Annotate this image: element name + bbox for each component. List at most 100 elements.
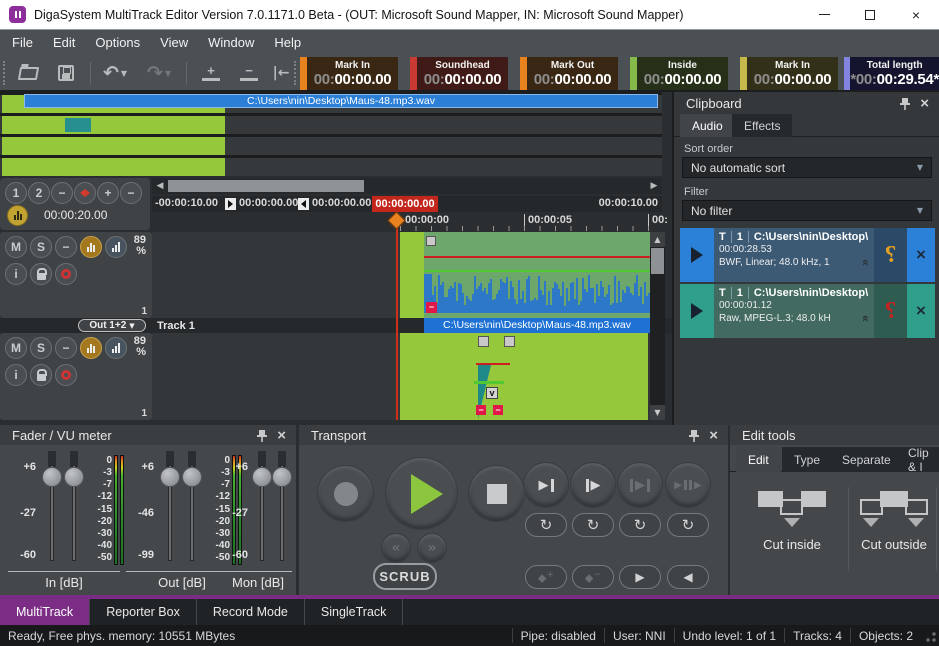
previous-marker-button[interactable]: ◀ [667,565,709,589]
delete-clip-button[interactable]: × [907,228,935,282]
zoom-in-button[interactable]: + [198,60,224,86]
resize-grip[interactable] [923,631,937,645]
play-to-mark-button[interactable]: ▶ [523,462,569,508]
clip-handle[interactable] [426,236,436,246]
menu-file[interactable]: File [2,31,43,54]
track1-minimize-button[interactable]: − [55,236,77,258]
clip-minus-handle[interactable]: − [426,302,437,313]
cut-inside-tool[interactable]: Cut inside [742,485,842,552]
step-back-button[interactable]: « [381,533,411,563]
menu-edit[interactable]: Edit [43,31,85,54]
tab-multitrack[interactable]: MultiTrack [0,599,90,625]
menu-help[interactable]: Help [264,31,311,54]
edit-tools-tab-separate[interactable]: Separate [830,447,903,472]
track1-name[interactable]: Track 1 [157,320,195,332]
track1-solo-button[interactable]: S [30,236,52,258]
scrub-button[interactable]: SCRUB [373,563,437,590]
time-ruler[interactable]: 00:00:00 00:00:05 00: [152,212,662,232]
waveform-mode-button[interactable] [7,205,28,226]
scroll-up-icon[interactable]: ▲ [650,232,665,247]
pin-icon[interactable] [257,429,267,442]
delete-clip-button[interactable]: × [907,284,935,338]
play-around-mark-button[interactable]: ▶▶ [665,462,711,508]
zoom-collapse-button[interactable]: − [51,182,73,204]
clip-handle[interactable] [504,336,515,347]
clipboard-item[interactable]: T1C:\Users\nin\Desktop\ 00:00:01.12 Raw,… [680,284,935,338]
track2-record-arm-button[interactable] [55,364,77,386]
track2-meter-a-button[interactable] [80,337,102,359]
fader-in-right[interactable] [64,459,84,563]
track1-info-button[interactable]: i [5,263,27,285]
loop-play-between-button[interactable]: ↻ [619,513,661,537]
track1-record-arm-button[interactable] [55,263,77,285]
tab-singletrack[interactable]: SingleTrack [305,599,404,625]
tab-reporter-box[interactable]: Reporter Box [90,599,197,625]
overview-file-bar[interactable]: C:\Users\nin\Desktop\Maus-48.mp3.wav [24,94,658,108]
tab-record-mode[interactable]: Record Mode [197,599,305,625]
track1-meter-b-button[interactable] [105,236,127,258]
fader-knob[interactable] [272,467,292,487]
save-button[interactable] [52,60,80,86]
next-marker-button[interactable]: ▶ [619,565,661,589]
loop-play-from-mark-button[interactable]: ↻ [572,513,614,537]
close-panel-icon[interactable]: × [920,98,929,110]
clipboard-tab-audio[interactable]: Audio [680,114,735,137]
close-panel-icon[interactable]: × [277,430,286,442]
undo-button[interactable]: ↶▼ [98,60,132,86]
track2-meter-b-button[interactable] [105,337,127,359]
scroll-right-icon[interactable]: ▶ [647,179,661,193]
sort-order-select[interactable]: No automatic sort▼ [682,157,932,178]
track2-solo-button[interactable]: S [30,337,52,359]
fader-knob[interactable] [252,467,272,487]
play-clip-button[interactable] [680,228,714,282]
zoom-to-selection-button[interactable] [74,182,96,204]
loop-play-around-button[interactable]: ↻ [667,513,709,537]
track1-mute-button[interactable]: M [5,236,27,258]
volume-point-marker[interactable]: v [486,387,498,399]
fader-in-left[interactable] [42,459,62,563]
track1-lock-button[interactable] [30,263,52,285]
zoom-out-time-button[interactable]: − [120,182,142,204]
scroll-left-icon[interactable]: ◀ [153,179,167,193]
close-panel-icon[interactable]: × [709,430,718,442]
play-clip-button[interactable] [680,284,714,338]
mark-in-flag-icon[interactable] [225,198,236,210]
play-from-mark-button[interactable]: ▶ [570,462,616,508]
play-between-marks-button[interactable]: ▶ [617,462,663,508]
fader-mon-left[interactable] [252,459,272,563]
add-marker-button[interactable]: ◆+ [525,565,567,589]
clip-minus-handle[interactable]: − [476,405,486,415]
scroll-down-icon[interactable]: ▼ [650,405,665,420]
zoom-in-time-button[interactable]: + [97,182,119,204]
fader-knob[interactable] [160,467,180,487]
stop-button[interactable] [468,465,525,522]
zoom-out-button[interactable]: − [236,60,262,86]
edit-tools-tab-clip[interactable]: Clip & I [896,447,939,472]
menu-window[interactable]: Window [198,31,264,54]
timeline-scrollbar[interactable]: ◀ ▶ [152,178,662,194]
open-button[interactable] [14,60,42,86]
fader-knob[interactable] [182,467,202,487]
fader-out-left[interactable] [160,459,180,563]
pin-icon[interactable] [689,429,699,442]
zoom-preset-2-button[interactable]: 2 [28,182,50,204]
track2-mute-button[interactable]: M [5,337,27,359]
close-button[interactable]: × [893,0,939,30]
prelisten-ear-icon[interactable]: ? [874,228,907,282]
scrollbar-thumb[interactable] [168,180,364,192]
clip1-title-bar[interactable]: C:\Users\nin\Desktop\Maus-48.mp3.wav [424,318,650,333]
goto-start-button[interactable]: |← [270,60,292,86]
track1-output-select[interactable]: Out 1+2▼ [78,319,146,332]
cut-outside-tool[interactable]: Cut outside [854,485,934,552]
record-button[interactable] [317,465,374,522]
clipboard-item[interactable]: T1C:\Users\nin\Desktop\ 00:00:28.53 BWF,… [680,228,935,282]
mark-out-flag-icon[interactable] [298,198,309,210]
project-overview[interactable]: C:\Users\nin\Desktop\Maus-48.mp3.wav [0,92,662,176]
clip-handle[interactable] [478,336,489,347]
play-button[interactable] [385,457,458,530]
maximize-button[interactable] [847,0,893,30]
loop-play-to-mark-button[interactable]: ↻ [525,513,567,537]
fader-out-right[interactable] [182,459,202,563]
clipboard-tab-effects[interactable]: Effects [732,114,792,137]
track2-lock-button[interactable] [30,364,52,386]
